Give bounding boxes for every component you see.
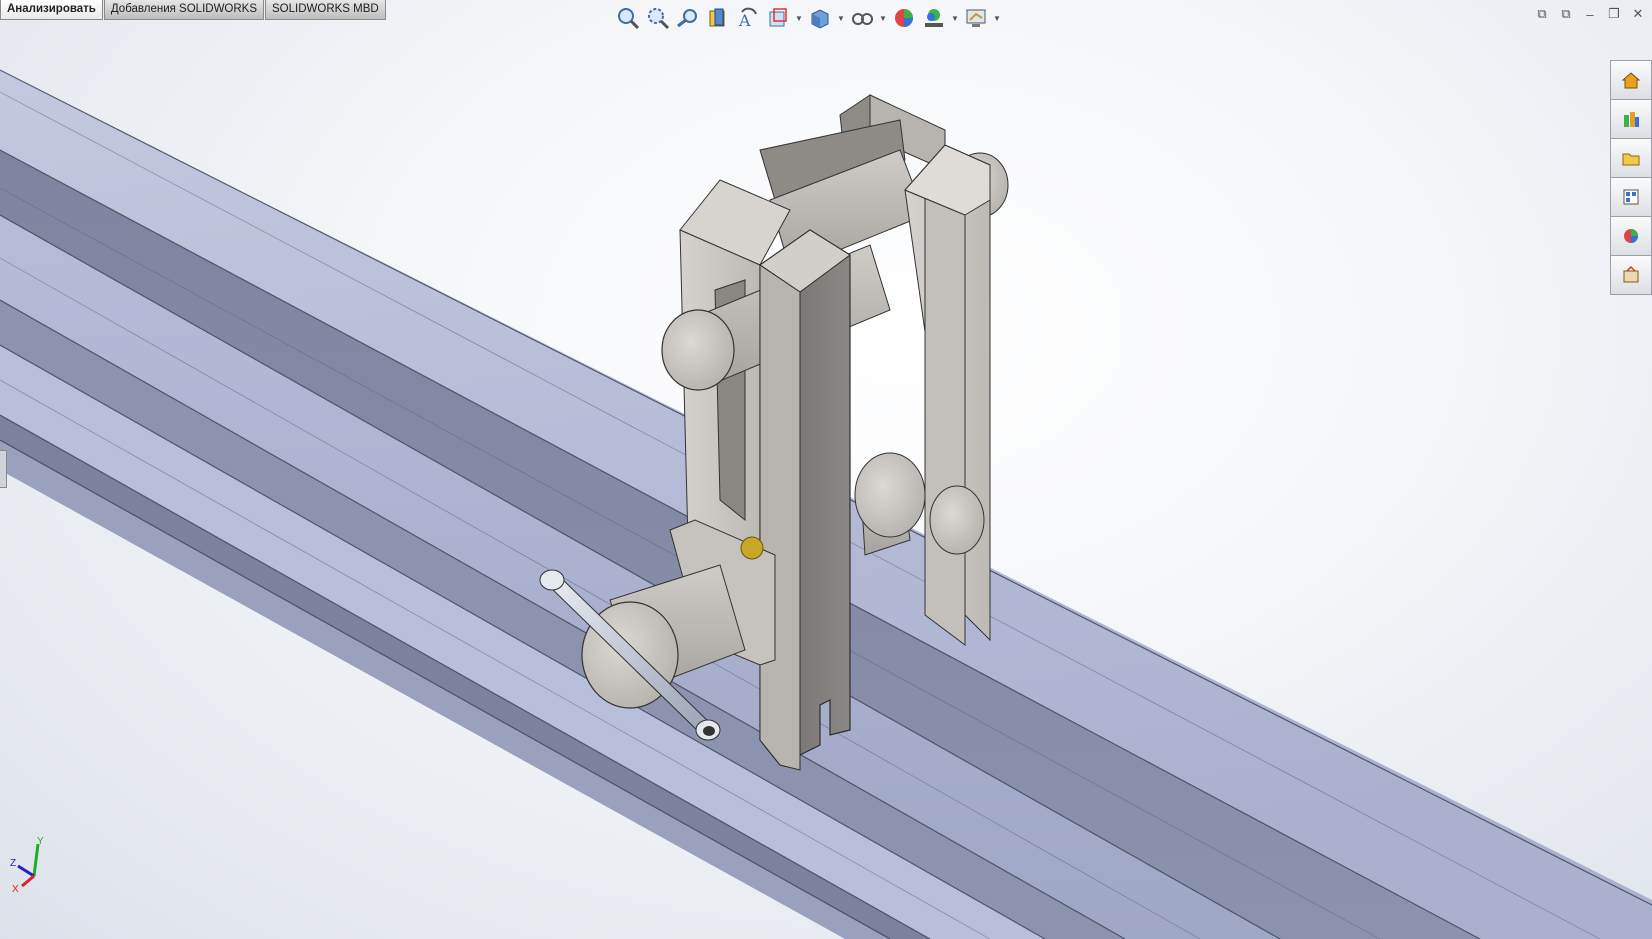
heads-up-view-toolbar: A ▼ ▼ ▼ ▼ ▼ <box>614 4 1002 32</box>
restore-icon[interactable]: ❐ <box>1604 4 1624 24</box>
hide-show-items-dropdown[interactable]: ▼ <box>878 4 888 32</box>
tab-solidworks-mbd[interactable]: SOLIDWORKS MBD <box>265 0 386 20</box>
task-pane <box>1610 60 1652 295</box>
tile-horizontal-icon[interactable]: ⧉ <box>1532 4 1552 24</box>
dynamic-annotation-views-icon[interactable]: A <box>734 4 762 32</box>
file-explorer-icon[interactable] <box>1610 138 1652 177</box>
triad-z-label: Z <box>10 858 16 869</box>
close-icon[interactable]: ✕ <box>1628 4 1648 24</box>
triad-z-axis <box>17 864 35 878</box>
svg-text:A: A <box>738 11 751 30</box>
triad-y-axis <box>32 843 40 877</box>
tile-vertical-icon[interactable]: ⧉ <box>1556 4 1576 24</box>
edit-appearance-icon[interactable] <box>890 4 918 32</box>
graphics-area[interactable] <box>0 0 1652 939</box>
custom-properties-icon[interactable] <box>1610 255 1652 295</box>
section-view-icon[interactable] <box>704 4 732 32</box>
previous-view-icon[interactable] <box>674 4 702 32</box>
view-orientation-icon[interactable] <box>764 4 792 32</box>
solidworks-resources-icon[interactable] <box>1610 60 1652 99</box>
triad-x-label: X <box>12 884 19 895</box>
zoom-to-fit-icon[interactable] <box>614 4 642 32</box>
window-controls: ⧉ ⧉ – ❐ ✕ <box>1532 4 1648 24</box>
feature-manager-toggle[interactable] <box>0 450 7 488</box>
view-settings-dropdown[interactable]: ▼ <box>992 4 1002 32</box>
tab-analyze[interactable]: Анализировать <box>0 0 103 20</box>
display-style-dropdown[interactable]: ▼ <box>836 4 846 32</box>
triad-y-label: Y <box>37 836 44 847</box>
view-palette-icon[interactable] <box>1610 177 1652 216</box>
triad-x-axis <box>21 874 35 888</box>
command-manager-tabs: Анализировать Добавления SOLIDWORKS SOLI… <box>0 0 387 20</box>
minimize-icon[interactable]: – <box>1580 4 1600 24</box>
zoom-to-area-icon[interactable] <box>644 4 672 32</box>
view-orientation-dropdown[interactable]: ▼ <box>794 4 804 32</box>
tab-solidworks-addins[interactable]: Добавления SOLIDWORKS <box>103 0 265 20</box>
hide-show-items-icon[interactable] <box>848 4 876 32</box>
apply-scene-icon[interactable] <box>920 4 948 32</box>
view-settings-icon[interactable] <box>962 4 990 32</box>
apply-scene-dropdown[interactable]: ▼ <box>950 4 960 32</box>
appearances-scenes-icon[interactable] <box>1610 216 1652 255</box>
design-library-icon[interactable] <box>1610 99 1652 138</box>
display-style-icon[interactable] <box>806 4 834 32</box>
front-plate[interactable] <box>759 229 851 771</box>
reference-triad: Y Z X <box>10 836 44 895</box>
